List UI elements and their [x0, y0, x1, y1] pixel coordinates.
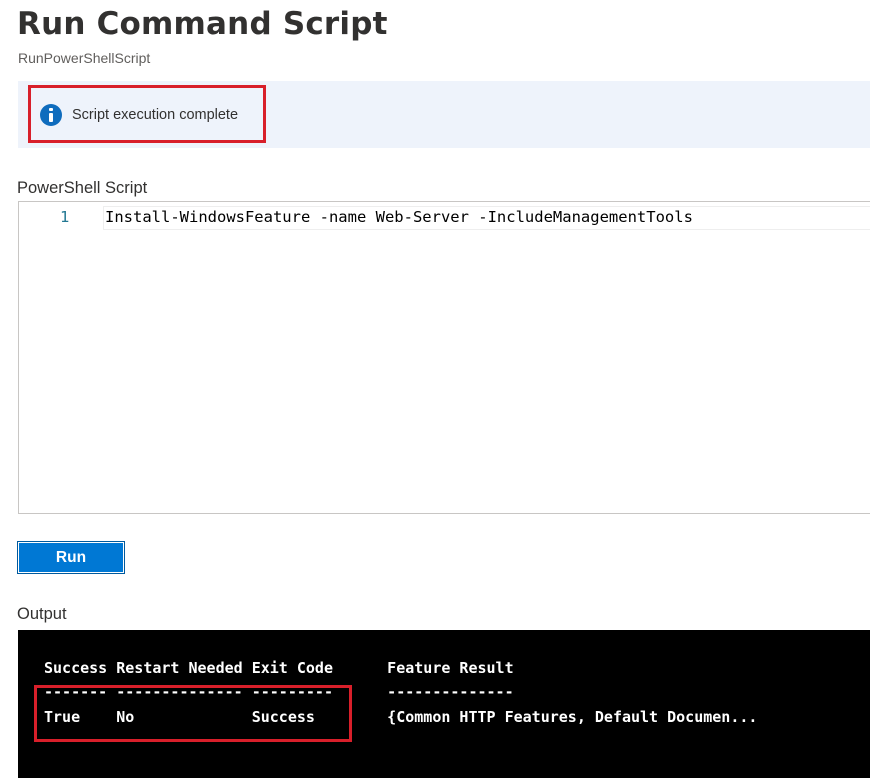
page-subtitle: RunPowerShellScript [18, 50, 151, 66]
script-code-line[interactable]: Install-WindowsFeature -name Web-Server … [105, 208, 693, 226]
output-label: Output [17, 605, 67, 623]
output-header-row: Success Restart Needed Exit Code Feature… [44, 659, 514, 677]
run-button[interactable]: Run [17, 541, 125, 574]
output-highlight-box [34, 685, 352, 742]
line-number: 1 [60, 208, 70, 226]
notification-message: Script execution complete [72, 107, 239, 123]
script-editor[interactable] [18, 201, 870, 514]
page-title: Run Command Script [17, 6, 388, 42]
script-label: PowerShell Script [17, 179, 148, 197]
info-icon [40, 104, 62, 126]
